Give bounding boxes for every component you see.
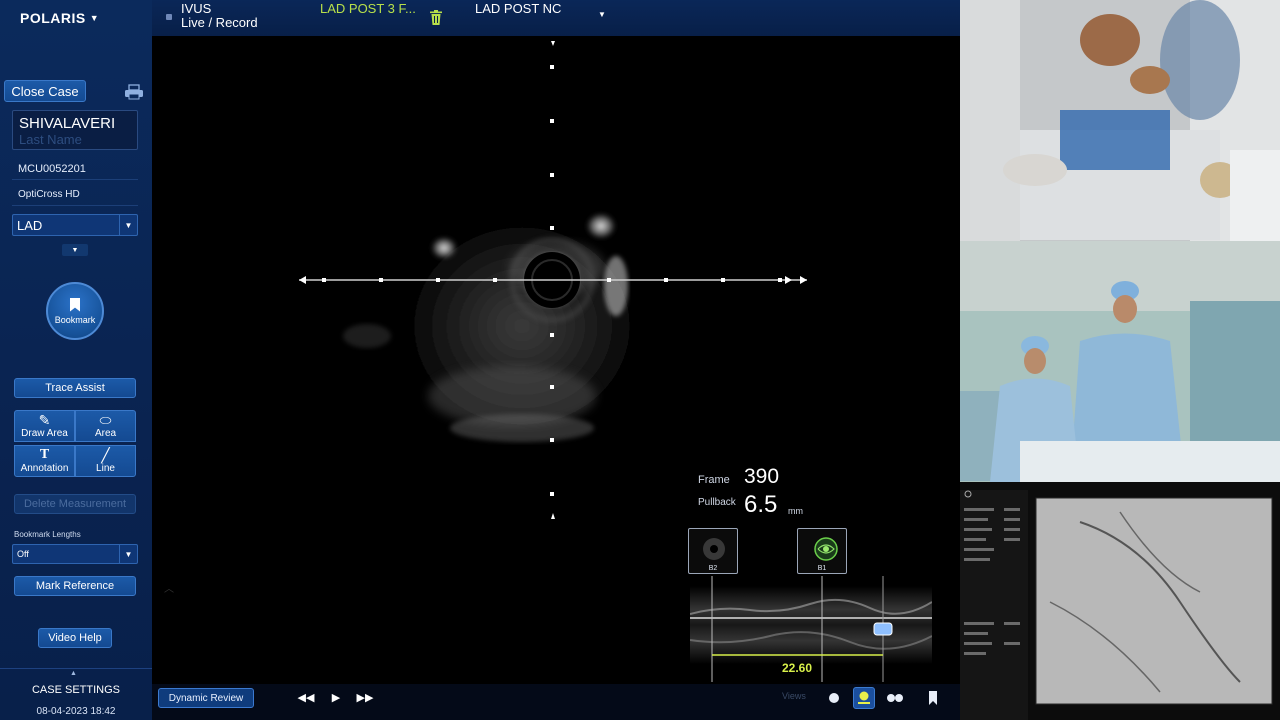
- brand-name: POLARIS: [20, 10, 86, 26]
- chevron-down-icon[interactable]: ▼: [598, 10, 606, 19]
- divider: [0, 668, 152, 669]
- bookmark-icon: [70, 297, 80, 312]
- dual-circle-icon: [887, 694, 903, 702]
- video-help-button[interactable]: Video Help: [38, 628, 112, 648]
- chevron-up-icon[interactable]: ▲: [70, 670, 77, 677]
- mode-title: IVUS: [181, 1, 212, 16]
- bookmark-thumbnail-b2[interactable]: B2: [688, 528, 738, 574]
- bookmark-lengths-value: Off: [17, 549, 29, 559]
- chevron-down-icon: ▼: [71, 246, 79, 254]
- draw-area-tool[interactable]: ✎ Draw Area: [14, 410, 75, 442]
- pencil-icon: ✎: [38, 412, 51, 428]
- camera-feed-procedure: [960, 0, 1280, 241]
- rewind-icon[interactable]: ◀◀: [298, 690, 315, 704]
- chevron-up-icon[interactable]: ︿: [164, 580, 174, 595]
- patient-last-name-placeholder: Last Name: [19, 132, 82, 147]
- fast-forward-icon[interactable]: ▶▶: [357, 690, 374, 704]
- mode-subtitle: Live / Record: [181, 15, 258, 30]
- patient-name-field[interactable]: SHIVALAVERI Last Name: [12, 110, 138, 150]
- mark-reference-button[interactable]: Mark Reference: [14, 576, 136, 596]
- catheter-field[interactable]: OptiCross HD: [12, 184, 138, 206]
- bookmark-thumbnail-b1[interactable]: B1: [797, 528, 847, 574]
- area-icon: ⬭: [99, 412, 112, 428]
- longitudinal-view-icon: [858, 691, 870, 704]
- chevron-down-icon: ▼: [119, 545, 137, 563]
- annotation-label: Annotation: [20, 463, 69, 474]
- play-icon[interactable]: ▶: [328, 690, 344, 704]
- delete-measurement-button[interactable]: Delete Measurement: [14, 494, 136, 514]
- line-icon: ╱: [101, 447, 110, 463]
- room-video-image: [960, 241, 1280, 482]
- thumbnail-image: [703, 538, 725, 560]
- pullback-value: 6.5: [744, 491, 778, 518]
- view-split-button[interactable]: [884, 687, 906, 709]
- camera-feed-room: [960, 241, 1280, 482]
- print-icon[interactable]: [124, 84, 144, 100]
- top-bar: IVUS Live / Record LAD POST 3 F... LAD P…: [152, 0, 960, 36]
- area-label: Area: [94, 428, 117, 439]
- date-time: 08-04-2023 18:42: [36, 706, 116, 717]
- expand-toggle[interactable]: ▼: [62, 244, 88, 256]
- bookmark-lengths-select[interactable]: Off ▼: [12, 544, 138, 564]
- vessel-tissue: [343, 212, 640, 442]
- annotation-tool[interactable]: T Annotation: [14, 445, 75, 477]
- area-tool[interactable]: ⬭ Area: [75, 410, 136, 442]
- bookmark-label: Bookmark: [54, 314, 96, 325]
- trash-icon[interactable]: [430, 10, 442, 25]
- views-label: Views: [782, 691, 806, 701]
- fluoroscopy-monitor-feed: [960, 482, 1280, 720]
- run-select[interactable]: LAD POST NC: [475, 1, 561, 16]
- bookmark-length-value: 22.60: [782, 661, 813, 675]
- bottom-bar: Dynamic Review ◀◀ ▶ ▶▶ Views: [152, 684, 960, 720]
- circle-icon: [829, 693, 839, 703]
- bookmark-button[interactable]: Bookmark: [46, 282, 104, 340]
- line-tool[interactable]: ╱ Line: [75, 445, 136, 477]
- dynamic-review-button[interactable]: Dynamic Review: [158, 688, 254, 708]
- close-case-button[interactable]: Close Case: [4, 80, 86, 102]
- bookmark-icon: [929, 691, 937, 705]
- bookmark-lengths-label: Bookmark Lengths: [14, 530, 81, 539]
- bookmark-thumbnail-label: B1: [817, 565, 827, 572]
- brand-menu[interactable]: POLARIS ▼: [0, 0, 152, 36]
- text-icon: T: [39, 447, 50, 462]
- chevron-down-icon: ▼: [119, 215, 137, 235]
- vessel-select-value: LAD: [17, 217, 43, 233]
- angiography-image: [960, 482, 1280, 720]
- view-single-button[interactable]: [823, 687, 845, 709]
- pullback-unit: mm: [788, 506, 803, 516]
- pullback-label: Pullback: [698, 497, 736, 508]
- sidebar: POLARIS ▼ Close Case SHIVALAVERI Last Na…: [0, 0, 152, 720]
- frame-label: Frame: [698, 474, 730, 486]
- chevron-down-icon: ▼: [89, 13, 100, 23]
- case-settings-button[interactable]: CASE SETTINGS: [0, 684, 152, 696]
- thumbnail-image: [814, 537, 838, 561]
- vessel-select[interactable]: LAD ▼: [12, 214, 138, 236]
- patient-first-name: SHIVALAVERI: [19, 115, 116, 132]
- procedure-video-image: [960, 0, 1280, 241]
- case-id-field[interactable]: MCU0052201: [12, 158, 138, 180]
- frame-marker-handle: [873, 622, 893, 636]
- trace-assist-button[interactable]: Trace Assist: [14, 378, 136, 398]
- current-run-tab[interactable]: LAD POST 3 F...: [320, 1, 416, 16]
- view-bookmark-button[interactable]: [922, 687, 944, 709]
- frame-value: 390: [744, 465, 780, 488]
- ivus-image-panel[interactable]: Frame 390 Pullback 6.5 mm B2 B1 22.60 ︿: [152, 36, 960, 684]
- line-label: Line: [96, 463, 115, 474]
- draw-area-label: Draw Area: [21, 428, 68, 439]
- bookmark-thumbnail-label: B2: [708, 565, 718, 572]
- mode-icon: [166, 14, 172, 20]
- view-longitudinal-button[interactable]: [853, 687, 875, 709]
- calibration-ruler: [299, 41, 807, 519]
